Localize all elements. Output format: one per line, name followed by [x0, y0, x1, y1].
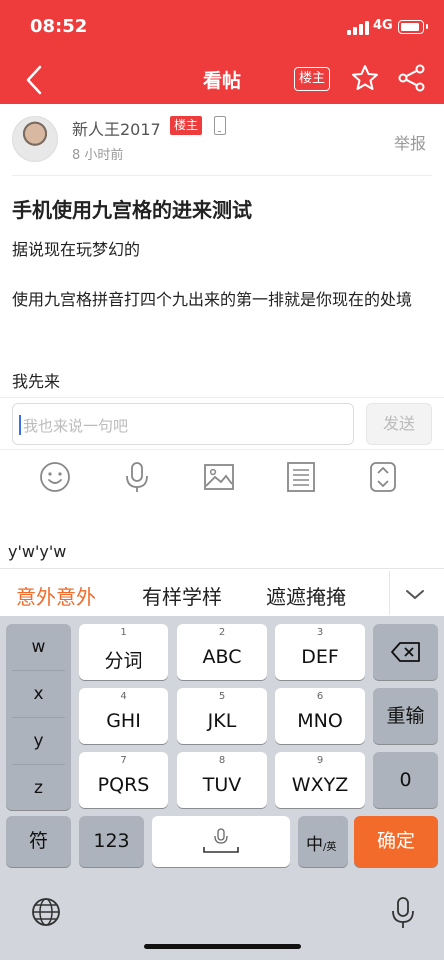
side-key[interactable]: w: [6, 624, 71, 670]
key-number: 7: [120, 755, 127, 766]
numbers-key[interactable]: 123: [79, 816, 144, 867]
lang-main: 中: [306, 835, 323, 855]
key-6[interactable]: 6 MNO: [275, 688, 365, 744]
reply-toolbar: [0, 451, 444, 503]
status-bar: 08:52 4G: [0, 0, 444, 56]
key-8[interactable]: 8 TUV: [177, 752, 267, 808]
lang-sub: /英: [323, 842, 337, 853]
side-key[interactable]: z: [6, 765, 71, 811]
backspace-key[interactable]: [373, 624, 438, 680]
ime-composition: y'w'y'w: [8, 542, 67, 561]
key-1[interactable]: 1 分词: [79, 624, 168, 680]
key-5[interactable]: 5 JKL: [177, 688, 267, 744]
key-number: 6: [316, 691, 324, 702]
candidate-bar: 意外意外 有样学样 遮遮掩掩: [0, 568, 444, 616]
key-number: 4: [120, 691, 127, 702]
network-type: 4G: [373, 18, 393, 33]
list-icon[interactable]: [284, 460, 318, 494]
post-time: 8 小时前: [72, 148, 124, 163]
key-4[interactable]: 4 GHI: [79, 688, 168, 744]
key-number: 8: [218, 755, 226, 766]
key-number: 1: [120, 627, 127, 638]
key-label: WXYZ: [291, 774, 349, 796]
key-label: 分词: [104, 650, 143, 672]
smiley-icon[interactable]: [38, 460, 72, 494]
symbol-key[interactable]: 符: [6, 816, 71, 867]
reply-input[interactable]: 我也来说一句吧: [12, 403, 354, 445]
key-number: 2: [218, 627, 226, 638]
send-button[interactable]: 发送: [366, 403, 432, 445]
post-title: 手机使用九宫格的进来测试: [12, 198, 252, 222]
avatar[interactable]: [12, 116, 58, 162]
language-switch-key[interactable]: 中 /英: [298, 816, 348, 867]
author-name[interactable]: 新人王2017: [72, 116, 161, 140]
key-2[interactable]: 2 ABC: [177, 624, 267, 680]
chevron-down-icon[interactable]: [404, 583, 426, 605]
key-number: 3: [316, 627, 324, 638]
retype-key[interactable]: 重输: [373, 688, 438, 744]
expand-icon[interactable]: [366, 460, 400, 494]
candidate-item[interactable]: 有样学样: [142, 581, 222, 610]
report-link[interactable]: 举报: [394, 130, 426, 154]
op-badge: 楼主: [170, 116, 203, 135]
post-paragraph: 使用九宫格拼音打四个九出来的第一排就是你现在的处境: [12, 290, 413, 309]
backspace-icon: [391, 642, 420, 662]
key-9[interactable]: 9 WXYZ: [275, 752, 365, 808]
post-paragraph: 我先来: [12, 372, 61, 391]
keyboard: w x y z 1 分词 2 ABC 3 DEF 4 GHI 5 JKL 6 MNO 重输 …: [0, 616, 444, 960]
key-label: GHI: [106, 710, 141, 732]
signal-icon: [347, 21, 369, 35]
share-icon[interactable]: [397, 63, 427, 93]
home-indicator: [144, 944, 301, 949]
key-7[interactable]: 7 PQRS: [79, 752, 168, 808]
star-icon[interactable]: [350, 63, 380, 93]
globe-icon[interactable]: [30, 896, 62, 928]
zero-key[interactable]: 0: [373, 752, 438, 808]
key-label: JKL: [207, 710, 237, 732]
phone-icon: [214, 116, 226, 135]
dictation-icon[interactable]: [388, 896, 418, 930]
pinyin-side-column[interactable]: w x y z: [6, 624, 71, 810]
candidate-item[interactable]: 意外意外: [16, 581, 96, 610]
key-label: ABC: [202, 646, 242, 668]
key-3[interactable]: 3 DEF: [275, 624, 365, 680]
nav-bar: 看帖 楼主: [0, 56, 444, 104]
side-key[interactable]: x: [6, 671, 71, 717]
text-caret: [19, 415, 21, 435]
top-bar: 08:52 4G 看帖 楼主: [0, 0, 444, 104]
candidate-item[interactable]: 遮遮掩掩: [266, 581, 346, 610]
key-number: 9: [316, 755, 324, 766]
only-op-button[interactable]: 楼主: [294, 67, 330, 91]
key-label: DEF: [301, 646, 339, 668]
key-label: MNO: [297, 710, 343, 732]
confirm-key[interactable]: 确定: [354, 816, 438, 867]
side-key[interactable]: y: [6, 718, 71, 764]
microphone-icon[interactable]: [120, 460, 154, 494]
battery-icon: [398, 20, 428, 34]
image-icon[interactable]: [202, 460, 236, 494]
key-label: PQRS: [97, 774, 150, 796]
microphone-icon: [203, 828, 239, 853]
post-paragraph: 据说现在玩梦幻的: [12, 240, 141, 259]
divider: [12, 175, 432, 176]
battery-level: [401, 23, 419, 31]
key-label: TUV: [202, 774, 242, 796]
reply-placeholder: 我也来说一句吧: [23, 417, 129, 435]
reply-bar: 我也来说一句吧 发送: [0, 397, 444, 450]
space-key[interactable]: [152, 816, 290, 867]
divider: [389, 571, 390, 615]
key-number: 5: [218, 691, 226, 702]
status-time: 08:52: [30, 16, 88, 37]
